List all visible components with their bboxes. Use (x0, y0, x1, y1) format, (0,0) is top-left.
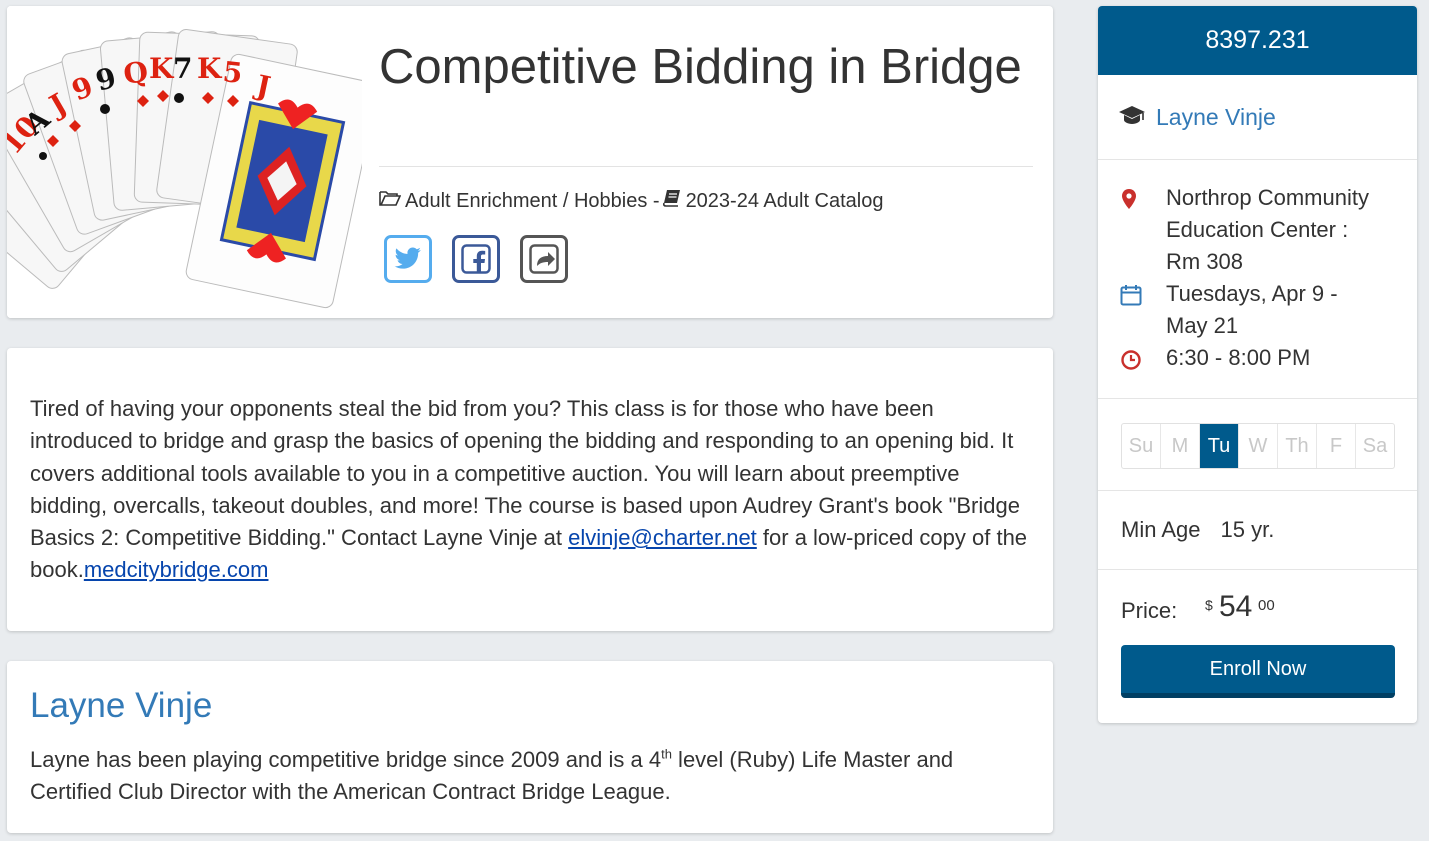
price-cents: 00 (1258, 597, 1275, 614)
svg-text:7: 7 (173, 52, 192, 85)
sidebar-details: Northrop Community Education Center : Rm… (1098, 160, 1417, 399)
course-sidebar: 8397.231 Layne Vinje Northrop Community … (1098, 6, 1417, 723)
instructor-name-heading[interactable]: Layne Vinje (30, 686, 212, 726)
catalog-link[interactable]: 2023-24 Adult Catalog (686, 190, 884, 213)
facebook-share-button[interactable] (452, 235, 500, 283)
share-icon (529, 244, 559, 274)
day-f: F (1317, 424, 1356, 468)
enroll-now-button[interactable]: Enroll Now (1121, 645, 1395, 698)
class-time: 6:30 - 8:00 PM (1166, 345, 1311, 370)
category-link[interactable]: Adult Enrichment / Hobbies - (405, 190, 660, 213)
page-title: Competitive Bidding in Bridge (379, 40, 1022, 94)
location-room: Rm 308 (1166, 249, 1244, 274)
map-marker-icon (1120, 188, 1138, 215)
share-button[interactable] (520, 235, 568, 283)
weekday-selector: Su M Tu W Th F Sa (1121, 423, 1395, 469)
svg-text:5: 5 (221, 55, 244, 90)
calendar-icon (1120, 284, 1142, 311)
course-description: Tired of having your opponents steal the… (30, 393, 1030, 587)
dates-line-2: May 21 (1166, 313, 1239, 338)
location-line-1: Northrop Community (1166, 185, 1369, 210)
course-header-card: 10 A J 9 9 Q K 7 K 5 J Competitive Biddi… (7, 6, 1053, 318)
min-age-label: Min Age (1121, 517, 1201, 542)
svg-text:K: K (197, 52, 223, 85)
course-description-card: Tired of having your opponents steal the… (7, 348, 1053, 631)
sidebar-instructor: Layne Vinje (1098, 75, 1417, 160)
playing-cards-image: 10 A J 9 9 Q K 7 K 5 J (7, 6, 362, 318)
instructor-bio-text: Layne has been playing competitive bridg… (30, 744, 1030, 809)
twitter-share-button[interactable] (384, 235, 432, 283)
sidebar-min-age: Min Age 15 yr. (1098, 491, 1417, 570)
min-age-value: 15 yr. (1220, 517, 1275, 542)
course-number: 8397.231 (1098, 6, 1417, 75)
sidebar-days: Su M Tu W Th F Sa (1098, 399, 1417, 491)
share-buttons (384, 235, 568, 283)
day-th: Th (1278, 424, 1317, 468)
svg-text:K: K (149, 52, 175, 85)
price-dollars: 54 (1219, 590, 1253, 623)
day-m: M (1161, 424, 1200, 468)
price-currency: $ (1205, 597, 1213, 613)
website-link[interactable]: medcitybridge.com (84, 557, 269, 582)
day-sa: Sa (1362, 434, 1388, 457)
instructor-bio-card: Layne Vinje Layne has been playing compe… (7, 661, 1053, 833)
clock-icon (1120, 349, 1142, 376)
day-su: Su (1122, 424, 1161, 468)
bio-superscript: th (661, 746, 672, 762)
day-tu: Tu (1200, 424, 1239, 468)
dates-line-1: Tuesdays, Apr 9 - (1166, 281, 1338, 306)
sidebar-price: Price: $ 54 00 Enroll Now (1098, 570, 1417, 723)
folder-open-icon (379, 189, 405, 213)
title-divider (379, 166, 1033, 167)
book-icon (662, 189, 686, 213)
facebook-icon (461, 244, 491, 274)
email-link[interactable]: elvinje@charter.net (568, 525, 757, 550)
graduation-cap-icon (1118, 104, 1146, 131)
price-label: Price: (1121, 598, 1178, 623)
sidebar-instructor-link[interactable]: Layne Vinje (1156, 104, 1276, 131)
twitter-icon (394, 247, 421, 269)
location-line-2: Education Center : (1166, 217, 1349, 242)
course-meta: Adult Enrichment / Hobbies - 2023-24 Adu… (379, 189, 884, 213)
bio-text-part: Layne has been playing competitive bridg… (30, 747, 662, 772)
svg-text:Q: Q (121, 55, 150, 91)
day-w: W (1239, 424, 1278, 468)
